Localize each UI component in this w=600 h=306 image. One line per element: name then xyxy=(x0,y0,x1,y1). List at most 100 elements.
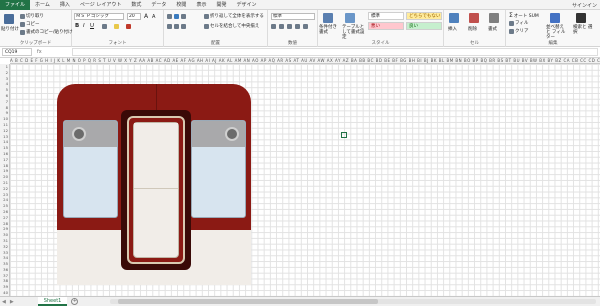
insert-cells-button[interactable]: 挿入 xyxy=(448,26,457,32)
menu-bar: ファイル ホーム 挿入 ページ レイアウト 数式 データ 校閲 表示 開発 デザ… xyxy=(0,0,600,10)
binoculars-icon[interactable] xyxy=(576,13,586,23)
style-good[interactable]: 良い xyxy=(406,22,442,30)
left-headlight xyxy=(72,127,86,141)
currency-icon[interactable] xyxy=(271,24,276,29)
row-headers[interactable]: 1 2 3 4 5 6 7 8 9 10 11 12 13 14 15 16 1… xyxy=(0,64,10,296)
fx-icon[interactable]: fx xyxy=(32,49,72,55)
prev-sheet-icon[interactable]: ◀ xyxy=(0,299,8,305)
left-window xyxy=(63,120,118,218)
add-sheet-icon[interactable]: + xyxy=(71,298,79,305)
conditional-format-button[interactable]: 条件付き書式 xyxy=(319,25,341,35)
front-door-window xyxy=(133,122,179,258)
increase-decimal-icon[interactable] xyxy=(295,24,300,29)
align-middle-icon[interactable] xyxy=(174,14,179,19)
comma-icon[interactable] xyxy=(287,24,292,29)
align-top-icon[interactable] xyxy=(167,14,172,19)
group-font: ＭＳ Ｐゴシック 20 A A B I U フォント xyxy=(72,10,164,47)
group-label-font: フォント xyxy=(108,41,127,46)
tab-data[interactable]: データ xyxy=(146,1,171,8)
autosum-button[interactable]: Σ オート SUM xyxy=(509,12,539,19)
delete-cells-button[interactable]: 削除 xyxy=(468,26,477,32)
conditional-format-icon[interactable] xyxy=(323,13,333,23)
style-neutral[interactable]: どちらでもない xyxy=(406,12,442,20)
wrap-text-button[interactable]: 折り返して全体を表示する xyxy=(204,13,264,19)
scissors-icon xyxy=(20,13,25,19)
group-label-editing: 編集 xyxy=(548,41,558,46)
font-size-select[interactable]: 20 xyxy=(127,13,141,20)
formula-input[interactable] xyxy=(72,48,598,56)
tab-formulas[interactable]: 数式 xyxy=(126,1,146,8)
group-number: 標準 数値 xyxy=(268,10,318,47)
group-alignment: 折り返して全体を表示する セルを結合して中央揃え 配置 xyxy=(164,10,268,47)
align-center-icon[interactable] xyxy=(174,24,179,29)
tab-view[interactable]: 表示 xyxy=(191,1,211,8)
horizontal-scrollbar-thumb[interactable] xyxy=(118,299,378,304)
bold-button[interactable]: B xyxy=(75,23,79,29)
tab-developer[interactable]: 開発 xyxy=(211,1,231,8)
tab-home[interactable]: ホーム xyxy=(30,1,55,8)
style-bad[interactable]: 悪い xyxy=(368,22,404,30)
clear-button[interactable]: クリア xyxy=(509,28,529,34)
align-left-icon[interactable] xyxy=(167,24,172,29)
underline-button[interactable]: U xyxy=(90,23,94,29)
number-format-select[interactable]: 標準 xyxy=(271,13,315,20)
group-label-cells: セル xyxy=(470,41,479,46)
sheet-tab-sheet1[interactable]: Sheet1 xyxy=(37,297,68,306)
sigma-icon: Σ xyxy=(509,12,513,19)
border-icon[interactable] xyxy=(102,24,107,29)
font-name-select[interactable]: ＭＳ Ｐゴシック xyxy=(74,13,124,20)
align-right-icon[interactable] xyxy=(181,24,186,29)
format-as-table-icon[interactable] xyxy=(345,13,355,23)
group-label-alignment: 配置 xyxy=(211,41,220,46)
group-editing: Σ オート SUM フィル クリア 並べ替えと フィルター 検索と 選択 編集 xyxy=(506,10,600,47)
percent-icon[interactable] xyxy=(279,24,284,29)
format-cells-button[interactable]: 書式 xyxy=(488,26,497,32)
insert-cells-icon[interactable] xyxy=(449,13,459,23)
next-sheet-icon[interactable]: ▶ xyxy=(8,299,16,305)
menu-file[interactable]: ファイル xyxy=(0,0,31,10)
merge-icon xyxy=(204,23,209,29)
font-color-icon[interactable] xyxy=(126,24,131,29)
align-bottom-icon[interactable] xyxy=(181,14,186,19)
shrink-font-button[interactable]: A xyxy=(152,14,155,20)
horizontal-scrollbar[interactable] xyxy=(110,299,596,304)
cut-button[interactable]: 切り取り xyxy=(20,13,44,19)
paste-icon[interactable] xyxy=(4,14,14,24)
group-label-clipboard: クリップボード xyxy=(19,41,52,46)
tab-page-layout[interactable]: ページ レイアウト xyxy=(75,1,127,8)
find-select-button[interactable]: 検索と 選択 xyxy=(573,25,595,35)
tab-review[interactable]: 校閲 xyxy=(171,1,191,8)
row-header[interactable]: 40 xyxy=(0,290,9,296)
tab-design[interactable]: デザイン xyxy=(231,1,261,8)
delete-cells-icon[interactable] xyxy=(469,13,479,23)
brush-icon xyxy=(20,29,25,35)
format-cells-icon[interactable] xyxy=(489,13,499,23)
selected-cell[interactable] xyxy=(341,132,347,138)
tab-insert[interactable]: 挿入 xyxy=(55,1,75,8)
right-headlight xyxy=(225,127,239,141)
ribbon: 貼り付け 切り取り コピー 書式のコピー/貼り付け クリップボード ＭＳ Ｐゴシ… xyxy=(0,10,600,47)
merge-center-button[interactable]: セルを結合して中央揃え xyxy=(204,23,259,29)
paste-button[interactable]: 貼り付け xyxy=(1,26,19,32)
right-window xyxy=(191,120,246,218)
copy-button[interactable]: コピー xyxy=(20,21,40,27)
sort-filter-icon[interactable] xyxy=(550,13,560,23)
fill-down-icon xyxy=(509,20,514,26)
grow-font-button[interactable]: A xyxy=(144,13,148,20)
italic-button[interactable]: I xyxy=(83,23,85,29)
front-door-frame xyxy=(127,116,185,264)
format-as-table-button[interactable]: テーブルとして書式設定 xyxy=(342,25,366,40)
format-painter-button[interactable]: 書式のコピー/貼り付け xyxy=(20,29,73,35)
fill-button[interactable]: フィル xyxy=(509,20,528,26)
copy-icon xyxy=(20,21,25,27)
decrease-decimal-icon[interactable] xyxy=(303,24,308,29)
name-box[interactable]: CQ19 xyxy=(2,48,32,56)
wrap-text-icon xyxy=(204,13,209,19)
sort-filter-button[interactable]: 並べ替えと フィルター xyxy=(546,25,568,40)
style-normal[interactable]: 標準 xyxy=(368,12,404,20)
sheet-tabs-bar: ◀ ▶ Sheet1 + xyxy=(0,296,600,306)
sign-in-link[interactable]: サインイン xyxy=(572,2,597,9)
formula-bar: CQ19 fx xyxy=(0,47,600,58)
group-label-number: 数値 xyxy=(288,41,297,46)
fill-color-icon[interactable] xyxy=(114,24,119,29)
